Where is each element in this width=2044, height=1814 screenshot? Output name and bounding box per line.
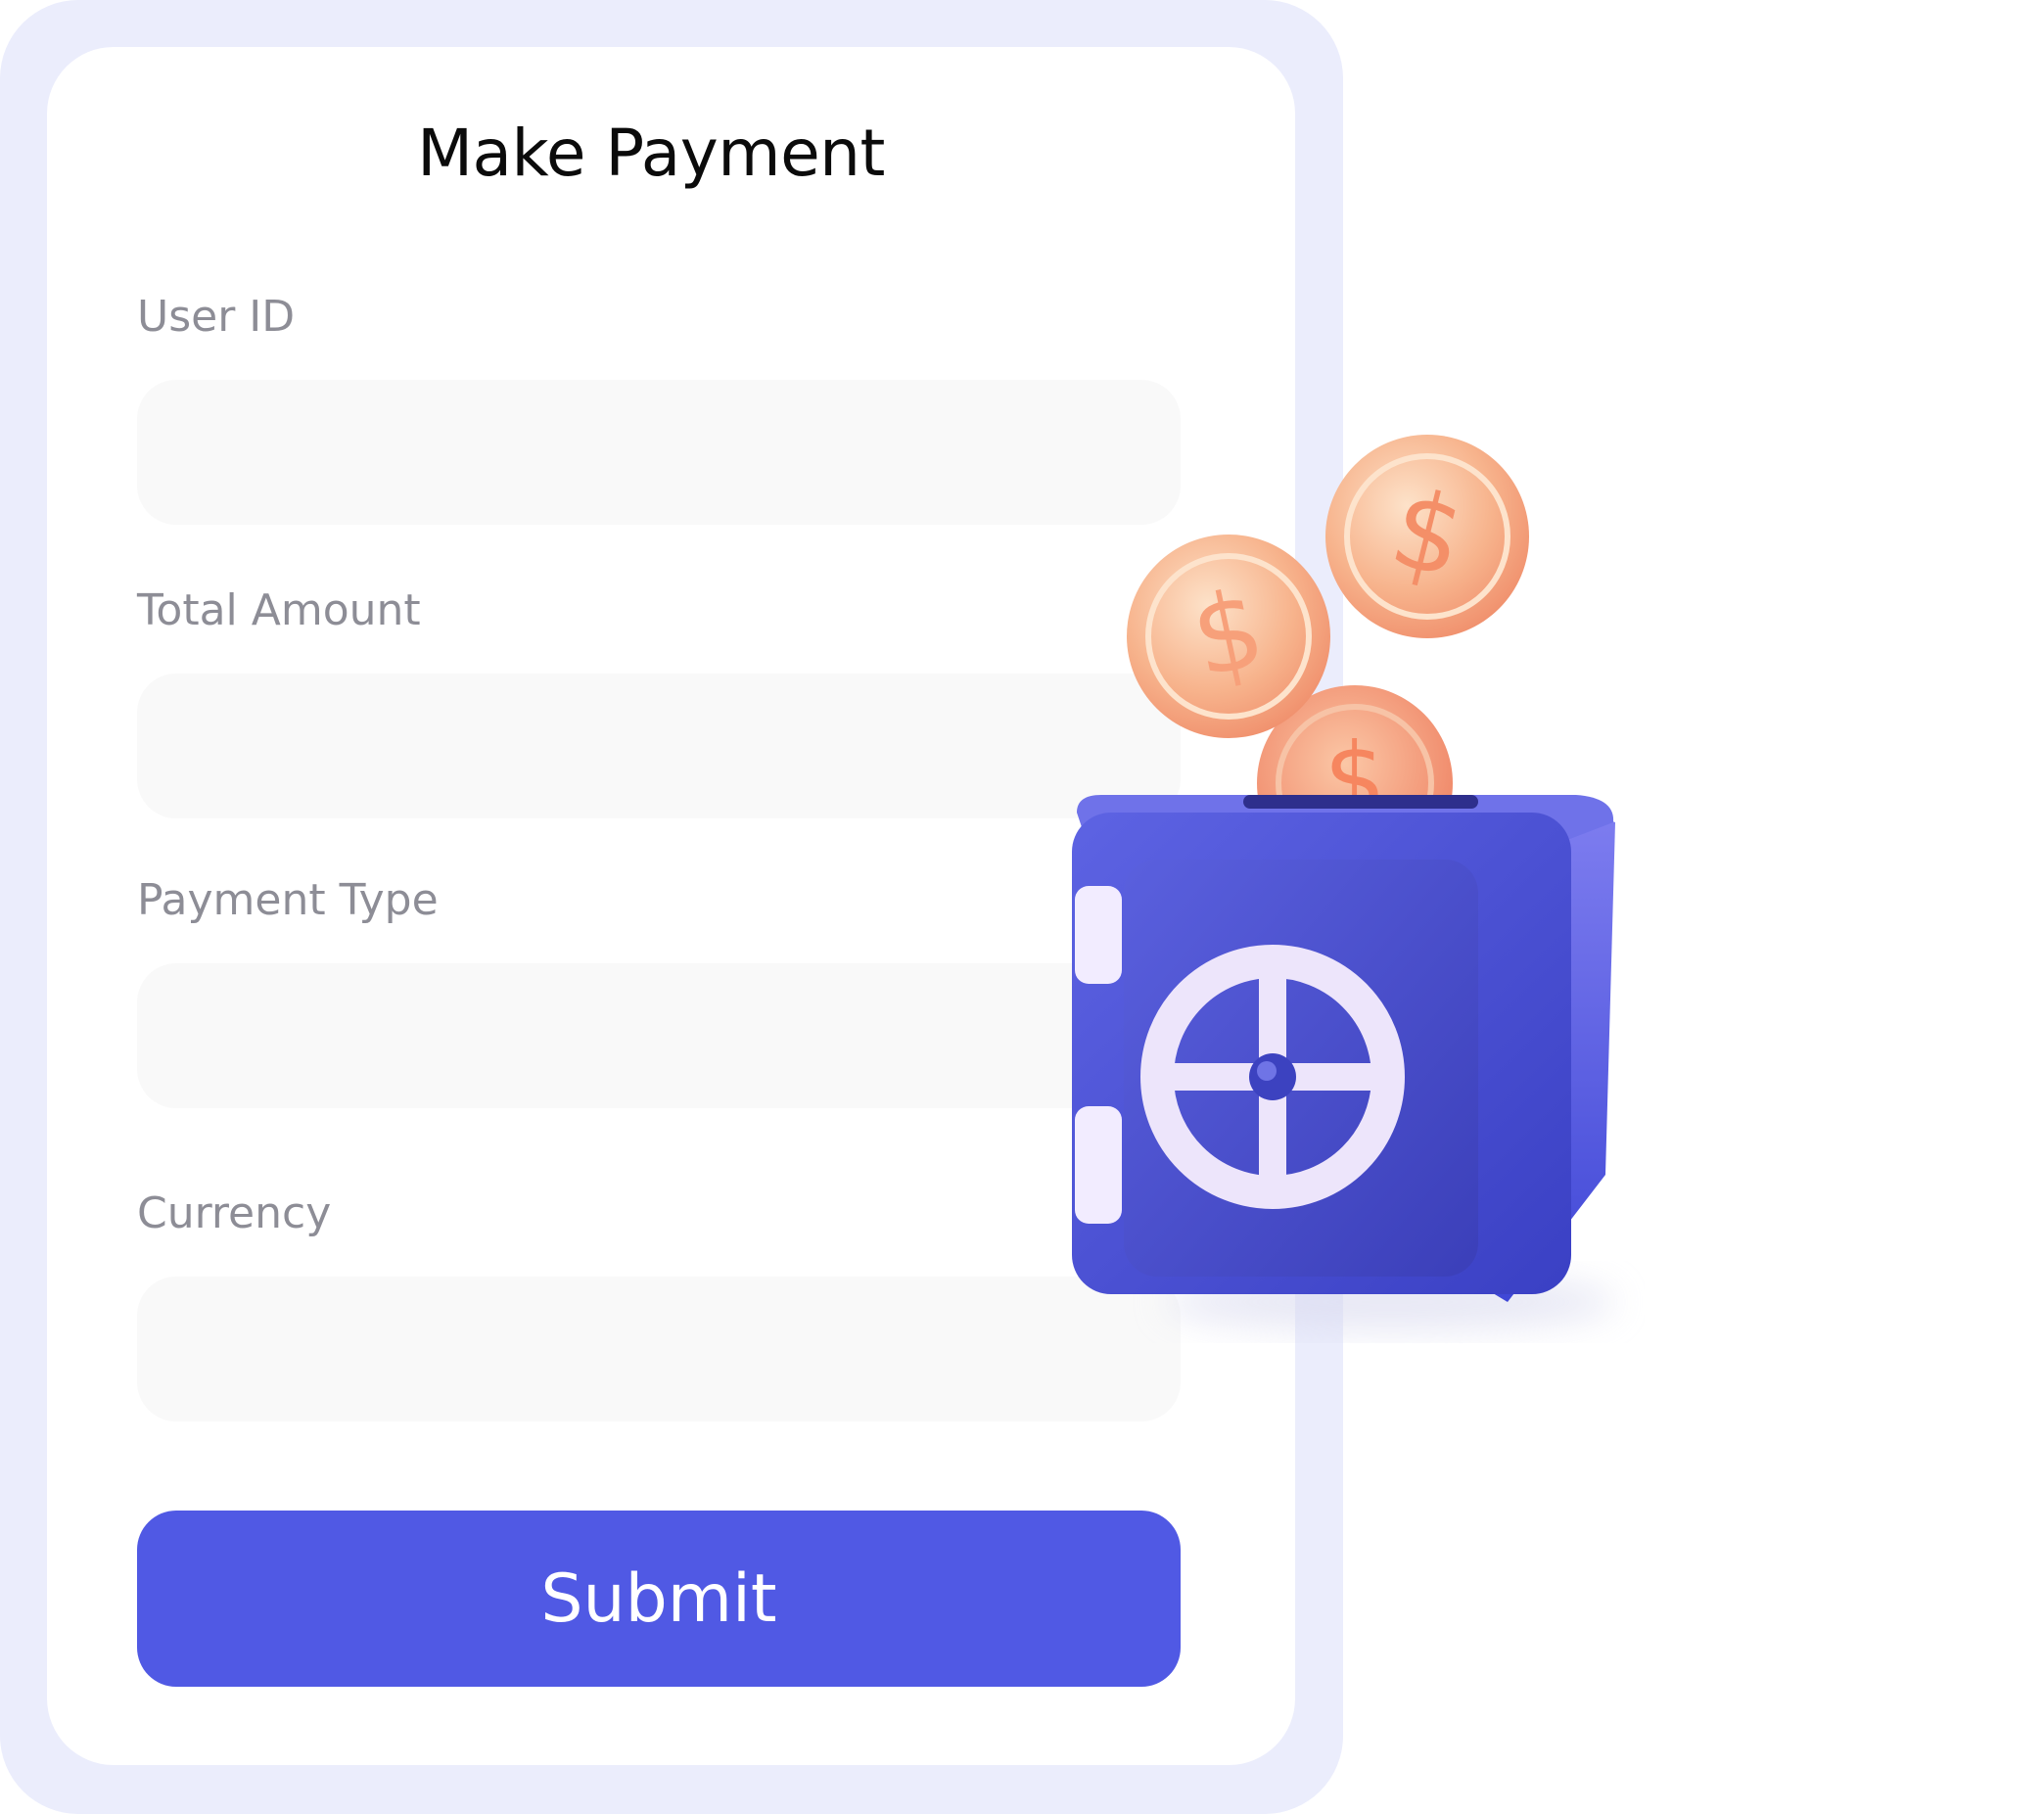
dial-wheel-icon: [1140, 945, 1405, 1209]
user-id-label: User ID: [137, 292, 296, 342]
coin-icon: $: [1325, 435, 1529, 638]
currency-label: Currency: [137, 1188, 332, 1238]
safe-with-coins-icon: $ $ $: [1072, 435, 1615, 1331]
coin-icon: $: [1127, 535, 1330, 738]
payment-type-label: Payment Type: [137, 875, 439, 925]
currency-input[interactable]: [137, 1277, 1181, 1421]
submit-button[interactable]: Submit: [137, 1511, 1181, 1687]
payment-type-input[interactable]: [137, 963, 1181, 1108]
user-id-input[interactable]: [137, 380, 1181, 525]
total-amount-label: Total Amount: [137, 585, 421, 635]
page-title: Make Payment: [417, 116, 885, 191]
total-amount-input[interactable]: [137, 674, 1181, 818]
safe-icon: [1072, 795, 1615, 1302]
